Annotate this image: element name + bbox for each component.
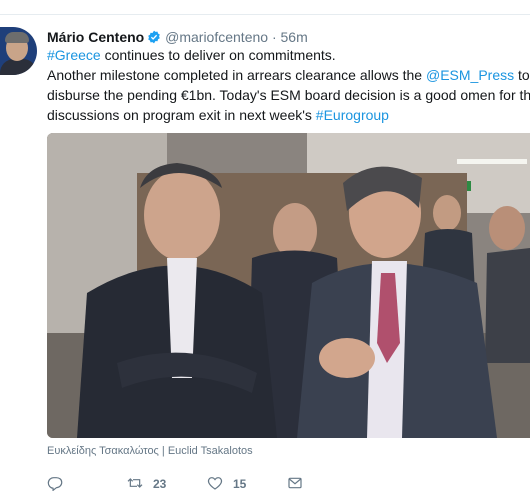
- photo-caption[interactable]: Ευκλείδης Τσακαλώτος | Euclid Tsakalotos: [47, 445, 253, 457]
- verified-icon: [147, 30, 161, 44]
- like-button[interactable]: 15: [207, 474, 246, 494]
- text-segment: to: [514, 67, 530, 83]
- user-handle[interactable]: @mariofcenteno: [165, 29, 268, 45]
- retweet-button[interactable]: 23: [127, 474, 166, 494]
- retweet-count: 23: [153, 477, 167, 491]
- tweet-header: Mário Centeno @mariofcenteno · 56m: [47, 28, 308, 46]
- retweet-icon: [127, 475, 143, 494]
- avatar-hair: [5, 32, 29, 43]
- hashtag-eurogroup[interactable]: #Eurogroup: [316, 107, 389, 123]
- top-nav-strip: [0, 0, 530, 15]
- timestamp[interactable]: · 56m: [272, 29, 308, 45]
- text-segment: discussions on program exit in next week…: [47, 107, 316, 123]
- tweet-actions: 23 15: [47, 474, 347, 494]
- reply-button[interactable]: [47, 474, 63, 494]
- heart-icon: [207, 475, 223, 494]
- mention-esm-press[interactable]: @ESM_Press: [426, 67, 514, 83]
- like-count: 15: [233, 477, 247, 491]
- text-segment: Another milestone completed in arrears c…: [47, 67, 426, 83]
- avatar[interactable]: [0, 27, 37, 75]
- text-segment: disburse the pending €1bn. Today's ESM b…: [47, 87, 530, 103]
- avatar-suit: [0, 59, 37, 75]
- direct-message-button[interactable]: [287, 474, 303, 494]
- photo-illustration: [47, 133, 530, 438]
- display-name[interactable]: Mário Centeno: [47, 29, 144, 45]
- tweet-photo[interactable]: [47, 133, 530, 438]
- hashtag-greece[interactable]: #Greece: [47, 47, 101, 63]
- tweet-text: #Greece continues to deliver on commitme…: [47, 45, 530, 125]
- direct-message-icon: [287, 475, 303, 494]
- text-segment: continues to deliver on commitments.: [100, 47, 336, 63]
- reply-icon: [47, 475, 63, 494]
- tweet-card[interactable]: Mário Centeno @mariofcenteno · 56m #Gree…: [0, 14, 530, 502]
